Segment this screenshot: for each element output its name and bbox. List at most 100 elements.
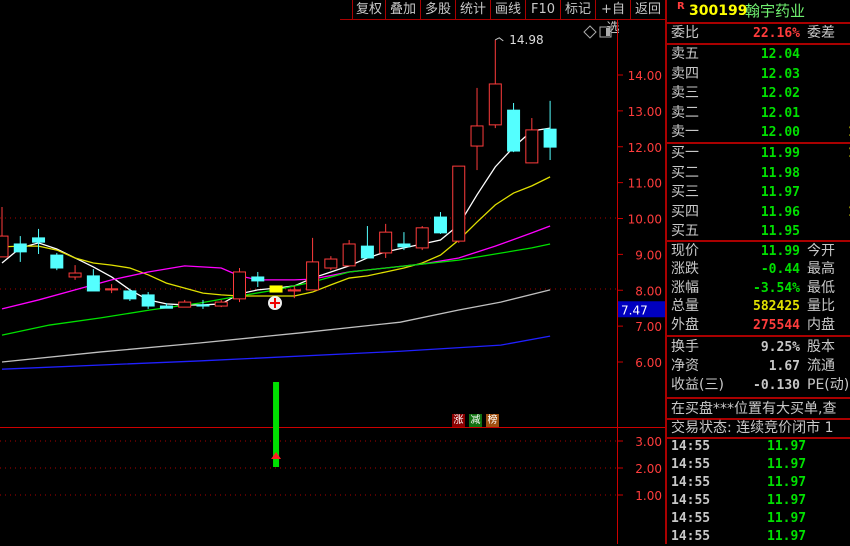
candle-body — [50, 254, 64, 269]
tick-price: 11.97 — [767, 529, 807, 544]
price-tick-label: 9.00 — [635, 248, 662, 262]
candle — [488, 39, 502, 129]
sell-row: 卖四 12.03 — [671, 65, 850, 84]
candle — [324, 256, 338, 271]
fundamental-right-label: 股本 — [807, 339, 835, 355]
candle-body — [324, 258, 338, 269]
candle — [32, 228, 46, 255]
price-tick-label: 11.00 — [628, 177, 662, 191]
candle-body — [196, 304, 210, 307]
trade-status: 交易状态: 连续竞价闭市 1 — [671, 419, 850, 438]
indicator-tick-label: 2.00 — [635, 462, 662, 476]
candle-body — [269, 285, 283, 293]
candle-body — [0, 235, 9, 258]
candle-body — [214, 301, 228, 307]
stock-code: 300199 — [689, 3, 748, 19]
weicha-label: 委差 — [807, 25, 835, 41]
panel-toggle-icon-fill — [606, 28, 610, 36]
price-tick-label: 7.00 — [635, 320, 662, 334]
candle — [306, 237, 320, 291]
quote-label: 涨跌 — [671, 261, 699, 278]
candle-body — [433, 216, 447, 234]
buy-price: 11.97 — [760, 185, 800, 201]
buy-row: 买一11.991 — [671, 144, 850, 163]
quote-label: 现价 — [671, 243, 699, 259]
weibi-value: 22.16% — [753, 26, 800, 41]
sell-row: 卖一12.001 — [671, 123, 850, 142]
candle — [543, 100, 557, 161]
fundamental-label: 净资 — [671, 358, 699, 374]
candle-body — [379, 231, 393, 254]
candle-body — [141, 294, 155, 307]
quote-right-label: 今开 — [807, 243, 835, 259]
quote-label: 总量 — [671, 298, 699, 315]
quote-value: -0.44 — [760, 262, 800, 278]
cursor-price-label: 7.47 — [621, 303, 648, 317]
quote-row: 涨跌 -0.44 最高 — [671, 260, 850, 279]
price-tick-label: 13.00 — [628, 105, 662, 119]
tick-row: 14:55 11.97 — [671, 456, 850, 474]
quote-value: -3.54% — [753, 280, 800, 296]
candle-body — [470, 125, 484, 147]
ma-line-ma250 — [1, 335, 551, 370]
candle — [105, 284, 119, 294]
badge-0[interactable]: 涨 — [452, 414, 465, 427]
quote-right-label: 量比 — [807, 298, 835, 315]
candle-body — [360, 245, 374, 259]
sell-price: 12.02 — [760, 86, 800, 102]
candle — [452, 165, 466, 243]
candle-body — [306, 261, 320, 291]
candle-body — [233, 271, 247, 300]
tick-row: 14:55 11.97 — [671, 474, 850, 492]
alert-message[interactable]: 在买盘***位置有大买单,查 — [671, 400, 850, 419]
quote-right-label: 最高 — [807, 261, 835, 278]
price-tick-label: 12.00 — [628, 141, 662, 155]
badge-1[interactable]: 减 — [469, 414, 482, 427]
candle — [360, 226, 374, 259]
badge-2[interactable]: 榜 — [486, 414, 499, 427]
candle-body — [123, 290, 137, 300]
buy-row: 买三 11.97 — [671, 183, 850, 202]
buy-row: 买二 11.98 — [671, 164, 850, 183]
candle-body — [397, 243, 411, 248]
candle-body — [525, 129, 539, 164]
fundamental-right-label: 流通 — [807, 358, 835, 374]
buy-price: 11.95 — [760, 224, 800, 240]
weibi-label: 委比 — [671, 25, 699, 41]
tick-price: 11.97 — [767, 511, 807, 526]
quote-right-label: 内盘 — [807, 316, 835, 333]
candle — [0, 207, 9, 258]
candle — [233, 268, 247, 303]
quote-label: 外盘 — [671, 316, 699, 333]
ma-line-ma10 — [1, 176, 551, 297]
buy-price: 11.96 — [760, 204, 800, 220]
sell-label: 卖五 — [671, 46, 699, 62]
candle — [415, 226, 429, 251]
buy-label: 买一 — [671, 145, 699, 161]
tick-time: 14:55 — [671, 475, 711, 490]
quote-right-label: 最低 — [807, 279, 835, 296]
price-tick-label: 8.00 — [635, 284, 662, 298]
candle-body — [287, 289, 301, 292]
fundamental-right-label: PE(动) — [807, 377, 850, 393]
quote-row: 外盘 275544 内盘 — [671, 316, 850, 335]
fundamental-label: 换手 — [671, 339, 699, 355]
fundamental-value: 1.67 — [768, 359, 800, 374]
candle-body — [105, 288, 119, 291]
candle-body — [32, 237, 46, 243]
buy-label: 买三 — [671, 184, 699, 201]
sell-label: 卖二 — [671, 104, 699, 121]
candle — [269, 285, 283, 293]
candle — [251, 271, 265, 288]
sell-price: 12.03 — [760, 66, 800, 82]
tick-row: 14:55 11.97 — [671, 510, 850, 528]
diamond-icon — [583, 25, 597, 39]
candle-body — [178, 301, 192, 308]
tick-time: 14:55 — [671, 439, 711, 454]
stock-header: R 300199 翰宇药业 — [667, 0, 850, 22]
sell-row: 卖五 12.04 — [671, 45, 850, 64]
buy-price: 11.98 — [760, 165, 800, 181]
trade-status-text: 交易状态: 连续竞价闭市 1 — [671, 420, 834, 436]
kline-chart[interactable]: 14.00 13.00 12.00 11.00 10.00 9.00 8.00 7.00 6.0… — [0, 0, 665, 544]
tick-time: 14:55 — [671, 493, 711, 508]
